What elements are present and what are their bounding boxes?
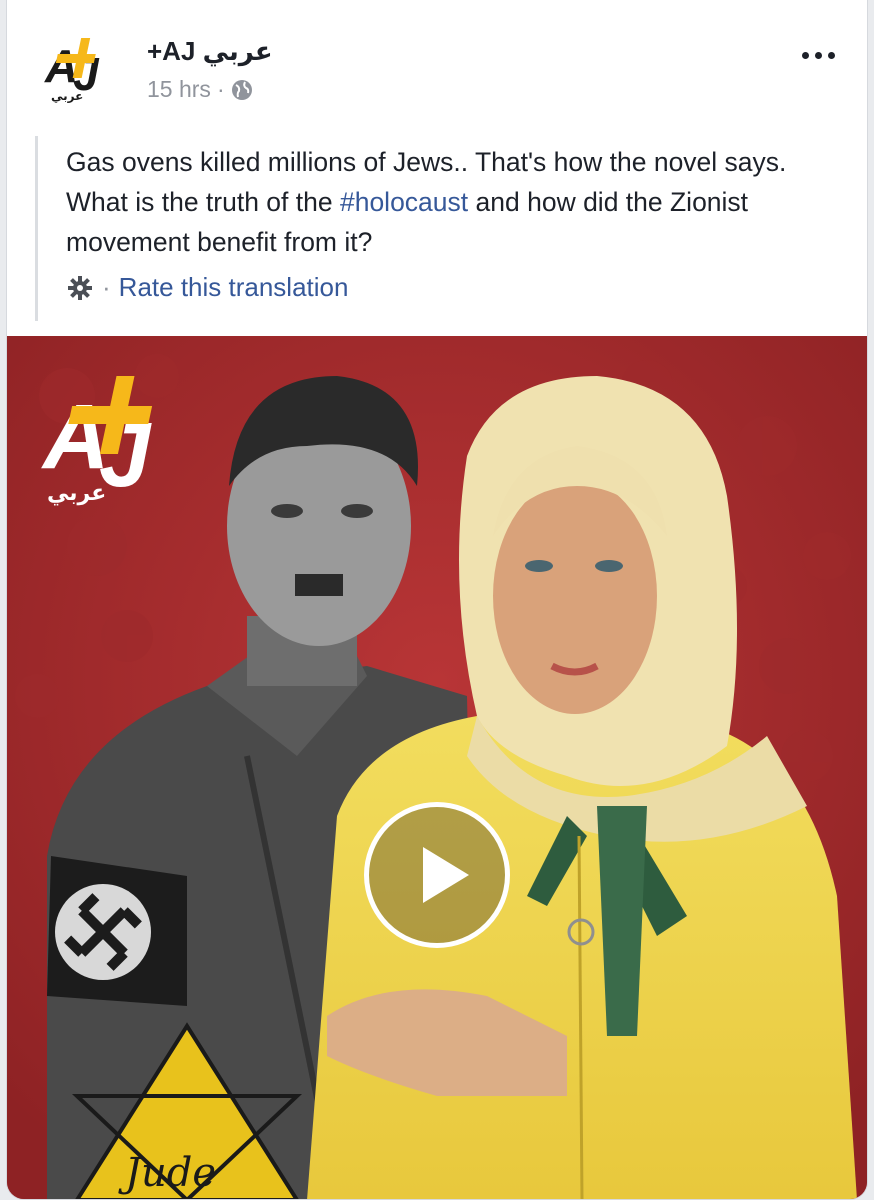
post-meta: 15 hrs · bbox=[147, 76, 253, 103]
more-dot-icon bbox=[801, 51, 809, 59]
hashtag-link[interactable]: #holocaust bbox=[340, 187, 468, 217]
meta-separator: · bbox=[216, 76, 225, 102]
globe-icon bbox=[231, 79, 252, 100]
page-avatar[interactable]: A J عربي bbox=[29, 20, 127, 118]
post-text: Gas ovens killed millions of Jews.. That… bbox=[66, 142, 835, 262]
more-dot-icon bbox=[827, 51, 835, 59]
more-options-button[interactable] bbox=[793, 40, 843, 70]
translation-row: · Rate this translation bbox=[66, 272, 835, 303]
translation-separator: · bbox=[102, 272, 111, 302]
play-icon bbox=[423, 847, 469, 903]
video-thumbnail[interactable]: A J عربي Jude bbox=[7, 336, 867, 1199]
more-dot-icon bbox=[814, 51, 822, 59]
post-card: A J عربي +AJ عربي 15 hrs · Gas ovens kil… bbox=[6, 0, 868, 1200]
video-frame-illustration: A J عربي Jude bbox=[7, 336, 867, 1199]
page-name[interactable]: +AJ عربي bbox=[147, 36, 273, 67]
translated-post-text: Gas ovens killed millions of Jews.. That… bbox=[35, 136, 835, 321]
star-text: Jude bbox=[118, 1150, 216, 1196]
svg-text:عربي: عربي bbox=[47, 481, 106, 506]
rate-translation-link[interactable]: Rate this translation bbox=[119, 272, 349, 303]
svg-text:عربي: عربي bbox=[51, 89, 83, 103]
play-button[interactable] bbox=[364, 802, 510, 948]
aj-logo-icon: A J عربي bbox=[29, 20, 127, 118]
gear-icon[interactable] bbox=[66, 274, 94, 302]
post-time[interactable]: 15 hrs bbox=[147, 76, 211, 103]
